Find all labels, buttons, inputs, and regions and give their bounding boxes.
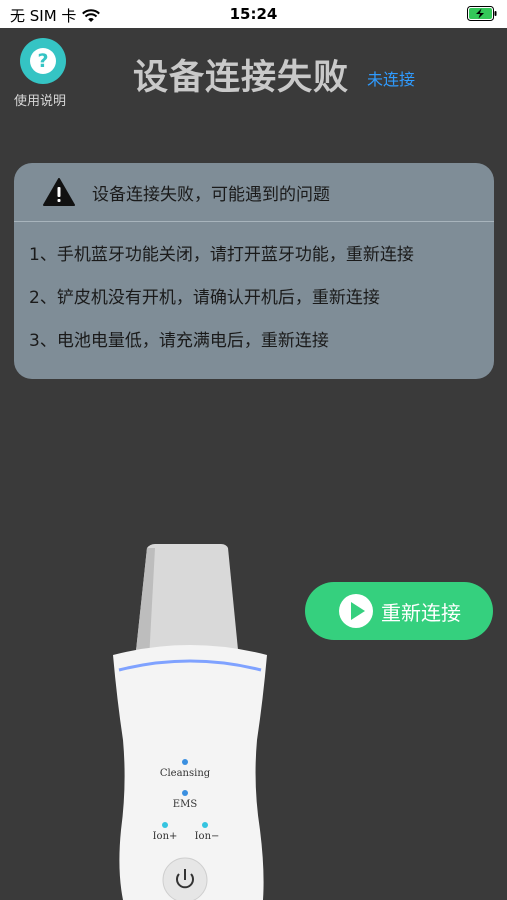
help-label[interactable]: 使用说明 — [11, 90, 69, 109]
indicator-dot — [202, 822, 208, 828]
help-button[interactable]: ? 使用说明 — [14, 38, 69, 109]
mode-label-ems: EMS — [173, 799, 198, 810]
clock: 15:24 — [229, 5, 278, 23]
card-title: 设备连接失败，可能遇到的问题 — [92, 184, 330, 205]
indicator-dot — [182, 759, 188, 765]
card-header: 设备连接失败，可能遇到的问题 — [14, 163, 494, 222]
help-icon-circle[interactable]: ? — [20, 38, 66, 84]
battery-charging-icon — [467, 6, 497, 21]
warning-icon — [43, 178, 75, 206]
question-icon[interactable]: ? — [30, 48, 56, 74]
list-item: 2、铲皮机没有开机，请确认开机后，重新连接 — [29, 288, 380, 308]
play-icon[interactable] — [339, 594, 373, 628]
status-bar: 无 SIM 卡 15:24 — [0, 0, 507, 28]
reconnect-button[interactable]: 重新连接 — [305, 582, 493, 640]
connection-status: 未连接 — [367, 70, 416, 89]
reconnect-label[interactable]: 重新连接 — [381, 597, 461, 626]
list-item: 3、电池电量低，请充满电后，重新连接 — [29, 331, 329, 351]
mode-label-ion-minus: Ion− — [195, 831, 220, 842]
device-illustration: Cleansing EMS Ion+ Ion− — [113, 544, 267, 900]
indicator-dot — [162, 822, 168, 828]
play-triangle — [351, 602, 365, 620]
troubleshoot-card: 设备连接失败，可能遇到的问题 1、手机蓝牙功能关闭，请打开蓝牙功能，重新连接 2… — [14, 163, 494, 379]
mode-label-ion-plus: Ion+ — [153, 831, 178, 842]
indicator-dot — [182, 790, 188, 796]
list-item: 1、手机蓝牙功能关闭，请打开蓝牙功能，重新连接 — [29, 245, 414, 265]
page-title: 设备连接失败 — [133, 58, 350, 98]
card-body: 1、手机蓝牙功能关闭，请打开蓝牙功能，重新连接 2、铲皮机没有开机，请确认开机后… — [14, 222, 494, 363]
mode-label-cleansing: Cleansing — [160, 768, 211, 779]
